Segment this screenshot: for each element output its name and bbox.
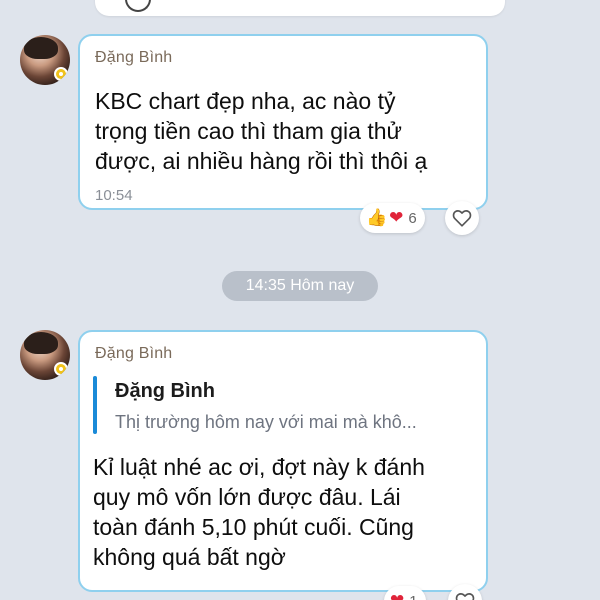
key-badge-icon bbox=[54, 362, 68, 376]
chat-screen: Đặng Bình KBC chart đẹp nha, ac nào tỷ t… bbox=[0, 0, 600, 600]
reaction-count: 1 bbox=[409, 593, 417, 600]
key-badge-icon bbox=[54, 67, 68, 81]
avatar[interactable] bbox=[20, 35, 70, 85]
message-time: 10:54 bbox=[95, 187, 133, 204]
reaction-summary[interactable]: ❤ 1 bbox=[384, 586, 426, 600]
react-button[interactable] bbox=[445, 201, 479, 235]
thumbs-up-icon: 👍 bbox=[366, 208, 388, 227]
quote-author: Đặng Bình bbox=[115, 380, 215, 402]
sender-name[interactable]: Đặng Bình bbox=[95, 345, 172, 363]
quoted-message[interactable]: Đặng Bình Thị trường hôm nay với mai mà … bbox=[93, 372, 473, 440]
reaction-summary[interactable]: 👍 ❤ 6 bbox=[360, 203, 425, 233]
message-text: KBC chart đẹp nha, ac nào tỷ trọng tiền … bbox=[95, 88, 428, 174]
heart-icon: ❤ bbox=[389, 208, 404, 227]
quote-bar bbox=[93, 376, 97, 434]
previous-message-bubble[interactable] bbox=[95, 0, 505, 16]
heart-icon: ❤ bbox=[390, 591, 404, 600]
reaction-count: 6 bbox=[408, 209, 417, 227]
message-text: Kỉ luật nhé ac ơi, đợt này k đánh quy mô… bbox=[93, 454, 425, 570]
quote-text: Thị trường hôm nay với mai mà khô... bbox=[115, 412, 417, 432]
heart-outline-icon bbox=[452, 210, 472, 227]
heart-outline-icon bbox=[455, 593, 475, 600]
sender-name[interactable]: Đặng Bình bbox=[95, 49, 172, 67]
avatar[interactable] bbox=[20, 330, 70, 380]
message-bubble[interactable]: Đặng Bình KBC chart đẹp nha, ac nào tỷ t… bbox=[78, 34, 488, 210]
date-separator: 14:35 Hôm nay bbox=[222, 271, 378, 301]
sticker-icon bbox=[125, 0, 151, 12]
